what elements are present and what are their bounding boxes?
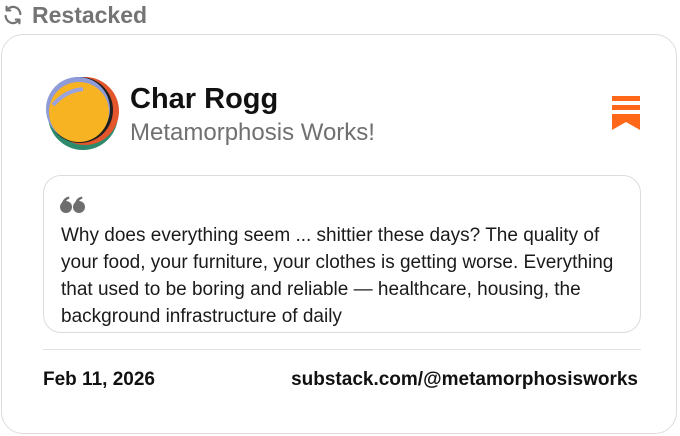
profile-link[interactable]: substack.com/@metamorphosisworks [291,369,638,391]
divider [43,349,641,350]
post-card[interactable]: Char Rogg Metamorphosis Works! Why does … [1,34,677,434]
bookmark-icon[interactable] [610,95,642,131]
restacked-label: Restacked [32,1,148,28]
author-name[interactable]: Char Rogg [130,83,278,116]
restacked-indicator: Restacked [2,0,147,30]
publication-name[interactable]: Metamorphosis Works! [130,119,375,147]
quote-box[interactable]: Why does everything seem ... shittier th… [43,175,641,333]
avatar[interactable] [43,75,119,151]
quote-icon [60,196,86,219]
quote-text: Why does everything seem ... shittier th… [61,225,614,327]
post-date: Feb 11, 2026 [43,369,155,390]
refresh-cycle-icon [2,4,24,26]
